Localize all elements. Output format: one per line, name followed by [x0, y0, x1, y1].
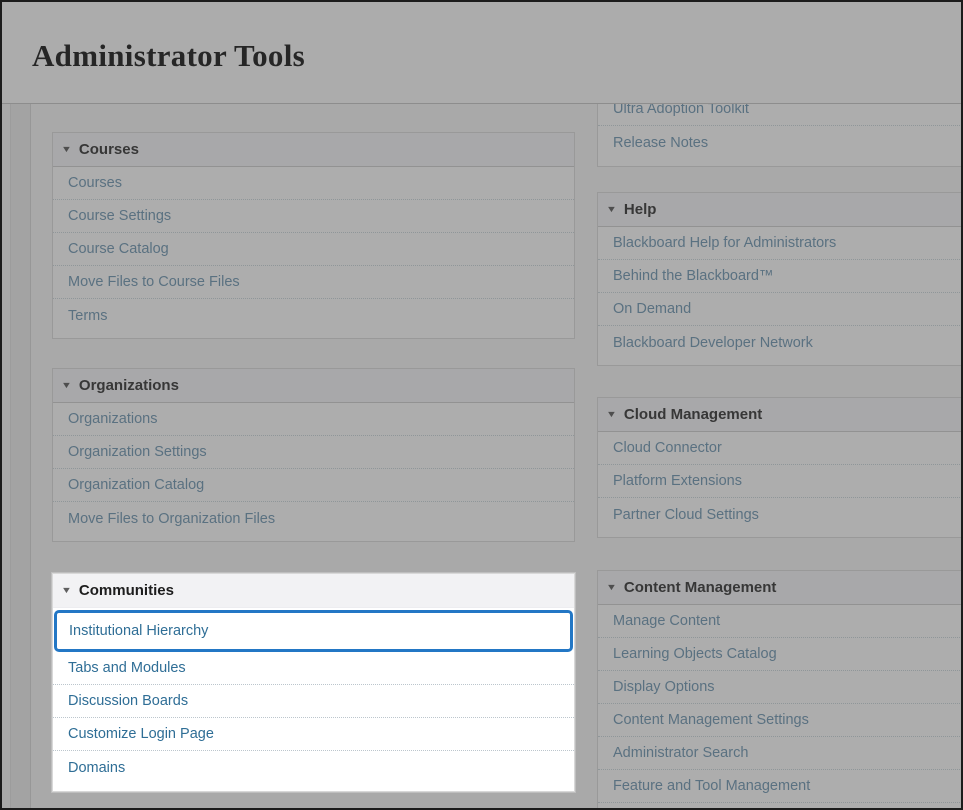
section-courses: ▼CoursesCoursesCourse SettingsCourse Cat… — [52, 132, 575, 339]
link-display-options[interactable]: Display Options — [598, 671, 963, 704]
section-body-organizations: OrganizationsOrganization SettingsOrgani… — [53, 403, 574, 541]
link-manage-content[interactable]: Manage Content — [598, 605, 963, 638]
section-body-help: Blackboard Help for AdministratorsBehind… — [598, 227, 963, 365]
page-header: Administrator Tools — [2, 2, 961, 104]
link-feature-and-tool-management[interactable]: Feature and Tool Management — [598, 770, 963, 803]
page-left-gutter — [2, 103, 11, 808]
section-help: ▼HelpBlackboard Help for AdministratorsB… — [597, 192, 963, 366]
section-header-courses[interactable]: ▼ Courses — [53, 133, 574, 167]
section-communities: ▼ Communities Institutional HierarchyTabs … — [52, 573, 575, 792]
link-partner-cloud-settings[interactable]: Partner Cloud Settings — [598, 498, 963, 531]
section-header-organizations[interactable]: ▼ Organizations — [53, 369, 574, 403]
collapse-arrow-down-icon: ▼ — [606, 410, 617, 419]
link-customize-login-page[interactable]: Customize Login Page — [53, 718, 574, 751]
link-organizations[interactable]: Organizations — [53, 403, 574, 436]
collapse-arrow-down-icon: ▼ — [606, 205, 617, 214]
link-organization-catalog[interactable]: Organization Catalog — [53, 469, 574, 502]
link-on-demand[interactable]: On Demand — [598, 293, 963, 326]
section-content: ▼ Content Management Manage ContentLearnin… — [597, 570, 963, 810]
section-title-communities: Communities — [79, 582, 174, 599]
link-learning-objects-catalog[interactable]: Learning Objects Catalog — [598, 638, 963, 671]
section-body-courses: CoursesCourse SettingsCourse CatalogMove… — [53, 167, 574, 338]
section-header-cloud[interactable]: ▼ Cloud Management — [598, 398, 963, 432]
link-domains[interactable]: Domains — [53, 751, 574, 784]
link-content-management-settings[interactable]: Content Management Settings — [598, 704, 963, 737]
link-tabs-and-modules[interactable]: Tabs and Modules — [53, 652, 574, 685]
link-terms[interactable]: Terms — [53, 299, 574, 332]
section-cloud: ▼ Cloud Management Cloud ConnectorPlatform… — [597, 397, 963, 538]
section-header-help[interactable]: ▼ Help — [598, 193, 963, 227]
section-body-cloud: Cloud ConnectorPlatform ExtensionsPartne… — [598, 432, 963, 537]
link-blackboard-help-for-administrators[interactable]: Blackboard Help for Administrators — [598, 227, 963, 260]
link-move-files-to-organization-files[interactable]: Move Files to Organization Files — [53, 502, 574, 535]
section-title-cloud: Cloud Management — [624, 406, 762, 423]
link-course-settings[interactable]: Course Settings — [53, 200, 574, 233]
link-cloud-connector[interactable]: Cloud Connector — [598, 432, 963, 465]
section-title-content: Content Management — [624, 579, 777, 596]
section-header-communities[interactable]: ▼ Communities — [53, 574, 574, 608]
collapse-arrow-down-icon: ▼ — [61, 381, 72, 390]
selected-link-institutional-hierarchy[interactable]: Institutional Hierarchy — [54, 610, 573, 652]
collapse-arrow-down-icon: ▼ — [606, 583, 617, 592]
administrator-tools-page: Administrator Tools ▼CoursesCoursesCours… — [0, 0, 963, 810]
page-title: Administrator Tools — [32, 38, 305, 74]
section-title-courses: Courses — [79, 141, 139, 158]
collapse-arrow-down-icon: ▼ — [61, 145, 72, 154]
link-course-catalog[interactable]: Course Catalog — [53, 233, 574, 266]
section-organizations: ▼OrganizationsOrganizationsOrganization … — [52, 368, 575, 542]
link-behind-the-blackboard[interactable]: Behind the Blackboard™ — [598, 260, 963, 293]
section-title-organizations: Organizations — [79, 377, 179, 394]
link-platform-extensions[interactable]: Platform Extensions — [598, 465, 963, 498]
link-release-notes[interactable]: Release Notes — [598, 126, 963, 159]
section-body-communities: Institutional HierarchyTabs and ModulesD… — [53, 610, 574, 791]
link-courses[interactable]: Courses — [53, 167, 574, 200]
collapse-arrow-down-icon: ▼ — [61, 586, 72, 595]
link-organization-settings[interactable]: Organization Settings — [53, 436, 574, 469]
section-title-help: Help — [624, 201, 657, 218]
link-blackboard-developer-network[interactable]: Blackboard Developer Network — [598, 326, 963, 359]
link-discussion-boards[interactable]: Discussion Boards — [53, 685, 574, 718]
section-header-content[interactable]: ▼ Content Management — [598, 571, 963, 605]
section-body-content: Manage ContentLearning Objects CatalogDi… — [598, 605, 963, 809]
link-administrator-search[interactable]: Administrator Search — [598, 737, 963, 770]
link-move-files-to-course-files[interactable]: Move Files to Course Files — [53, 266, 574, 299]
